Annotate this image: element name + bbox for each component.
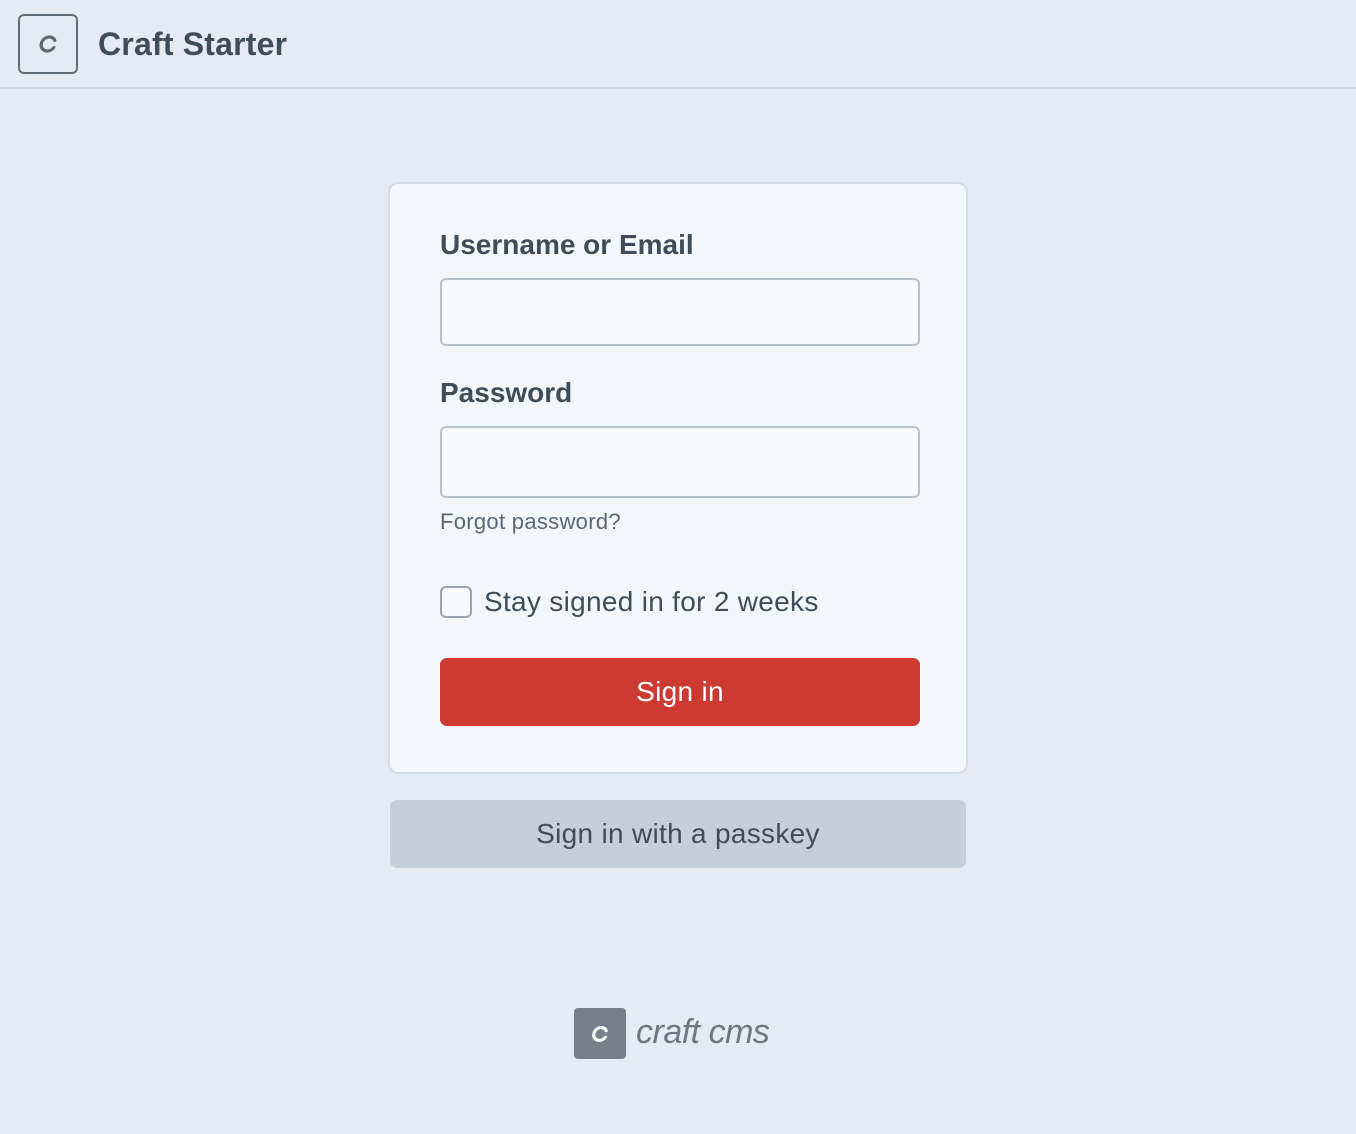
- site-logo[interactable]: [18, 14, 78, 74]
- craft-cms-logo-icon: [592, 1025, 608, 1042]
- password-input[interactable]: [440, 426, 920, 498]
- login-card: Username or Email Password Forgot passwo…: [388, 182, 968, 774]
- site-name: Craft Starter: [98, 26, 288, 62]
- craft-cms-wordmark[interactable]: craft cms: [636, 1010, 770, 1054]
- username-input[interactable]: [440, 278, 920, 346]
- passkey-sign-in-button[interactable]: Sign in with a passkey: [390, 800, 966, 868]
- site-header: Craft Starter: [0, 0, 1356, 89]
- forgot-password-link[interactable]: Forgot password?: [440, 508, 621, 536]
- remember-me-checkbox[interactable]: [440, 586, 472, 618]
- sign-in-button[interactable]: Sign in: [440, 658, 920, 726]
- password-label: Password: [440, 377, 573, 408]
- craft-cms-logo[interactable]: [574, 1008, 626, 1059]
- username-label: Username or Email: [440, 229, 694, 260]
- remember-me-label[interactable]: Stay signed in for 2 weeks: [484, 584, 819, 620]
- craft-c-logo-icon: [39, 35, 57, 53]
